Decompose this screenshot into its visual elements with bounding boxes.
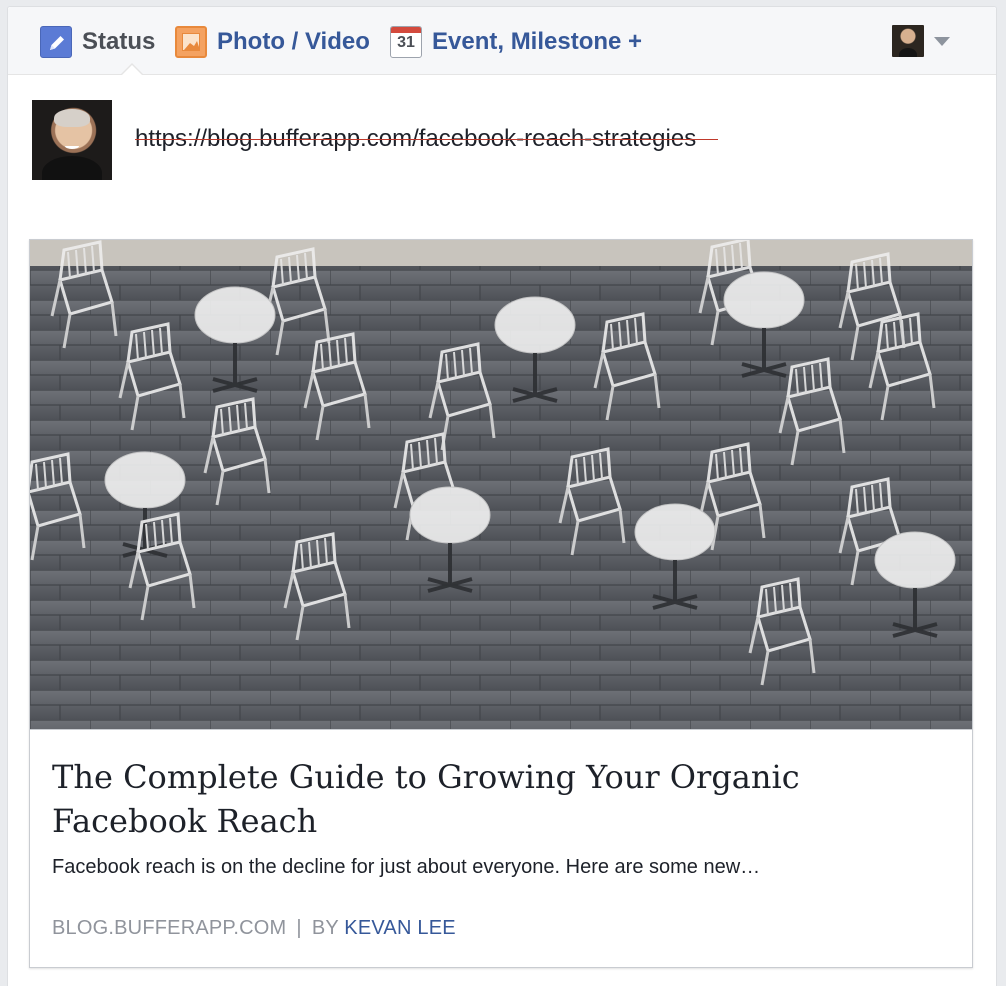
calendar-icon: 31 bbox=[390, 26, 422, 58]
tab-event-milestone-label: Event, Milestone + bbox=[432, 28, 643, 55]
profile-avatar bbox=[32, 100, 112, 180]
link-preview-image bbox=[30, 240, 972, 730]
tab-status[interactable]: Status bbox=[40, 25, 155, 59]
meta-separator: | bbox=[296, 917, 302, 939]
pencil-icon bbox=[40, 26, 72, 58]
chevron-down-icon bbox=[934, 36, 950, 46]
composer-tab-bar: Status Photo / Video 31 Event, Milestone… bbox=[8, 7, 996, 76]
photo-icon bbox=[175, 26, 207, 58]
avatar-icon bbox=[892, 25, 924, 57]
tab-photo-video[interactable]: Photo / Video bbox=[175, 25, 370, 59]
post-text-input[interactable]: https://blog.bufferapp.com/facebook-reac… bbox=[135, 125, 835, 157]
calendar-day: 31 bbox=[397, 34, 415, 51]
active-tab-caret bbox=[121, 65, 143, 76]
author-link[interactable]: KEVAN LEE bbox=[344, 917, 455, 939]
tab-status-label: Status bbox=[82, 28, 156, 55]
link-preview-title: The Complete Guide to Growing Your Organ… bbox=[52, 758, 800, 840]
post-composer: Status Photo / Video 31 Event, Milestone… bbox=[7, 6, 997, 986]
privacy-selector[interactable] bbox=[892, 25, 950, 57]
link-preview-meta: BLOG.BUFFERAPP.COM | BY KEVAN LEE bbox=[52, 916, 962, 940]
by-label: BY bbox=[311, 917, 339, 939]
link-preview-domain: BLOG.BUFFERAPP.COM bbox=[52, 917, 287, 939]
link-preview-description: Facebook reach is on the decline for jus… bbox=[52, 856, 761, 878]
tab-event-milestone[interactable]: 31 Event, Milestone + bbox=[390, 25, 642, 59]
tab-photo-video-label: Photo / Video bbox=[217, 28, 370, 55]
post-url-text: https://blog.bufferapp.com/facebook-reac… bbox=[135, 125, 719, 152]
link-preview-card[interactable]: The Complete Guide to Growing Your Organ… bbox=[29, 239, 973, 968]
post-body: https://blog.bufferapp.com/facebook-reac… bbox=[32, 100, 972, 190]
